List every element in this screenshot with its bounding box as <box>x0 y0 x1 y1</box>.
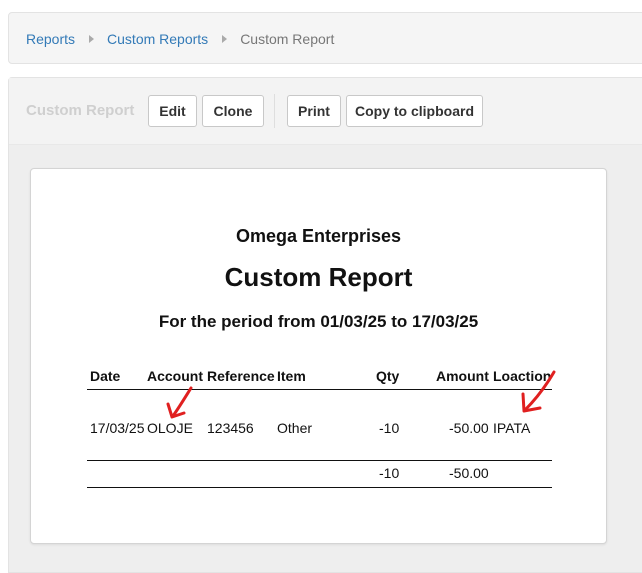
edit-button[interactable]: Edit <box>148 95 197 127</box>
total-amount: -50.00 <box>449 465 489 481</box>
report-period: For the period from 01/03/25 to 17/03/25 <box>158 312 479 331</box>
breadcrumb-separator-icon <box>89 35 95 43</box>
totals-rule-top <box>87 460 552 461</box>
toolbar-divider <box>274 94 275 128</box>
cell-amount: -50.00 <box>449 420 489 436</box>
toolbar: Custom Report Edit Clone Print Copy to c… <box>9 78 642 145</box>
column-header-item: Item <box>277 368 306 384</box>
header-rule <box>87 389 552 390</box>
cell-location: IPATA <box>493 420 531 436</box>
breadcrumb-custom-reports-link[interactable]: Custom Reports <box>107 31 208 47</box>
breadcrumb: Reports Custom Reports Custom Report <box>8 12 642 64</box>
report-card: Omega Enterprises Custom Report For the … <box>30 168 607 544</box>
annotation-arrow-icon <box>166 386 193 419</box>
column-header-date: Date <box>90 368 121 384</box>
annotation-arrow-icon <box>521 370 556 413</box>
breadcrumb-separator-icon <box>222 35 228 43</box>
column-header-reference: Reference <box>207 368 275 384</box>
breadcrumb-current: Custom Report <box>240 31 335 47</box>
column-header-qty: Qty <box>376 368 400 384</box>
cell-reference: 123456 <box>207 420 254 436</box>
cell-qty: -10 <box>379 420 400 436</box>
column-header-amount: Amount <box>436 368 489 384</box>
column-header-account: Account <box>147 368 203 384</box>
cell-item: Other <box>277 420 313 436</box>
toolbar-title: Custom Report <box>26 102 135 119</box>
company-name: Omega Enterprises <box>235 226 402 246</box>
copy-to-clipboard-button[interactable]: Copy to clipboard <box>346 95 483 127</box>
print-button[interactable]: Print <box>287 95 341 127</box>
totals-rule-bottom <box>87 487 552 488</box>
breadcrumb-reports-link[interactable]: Reports <box>26 31 75 47</box>
cell-date: 17/03/25 <box>90 420 145 436</box>
report-title: Custom Report <box>224 262 413 292</box>
clone-button[interactable]: Clone <box>202 95 264 127</box>
total-qty: -10 <box>379 465 400 481</box>
